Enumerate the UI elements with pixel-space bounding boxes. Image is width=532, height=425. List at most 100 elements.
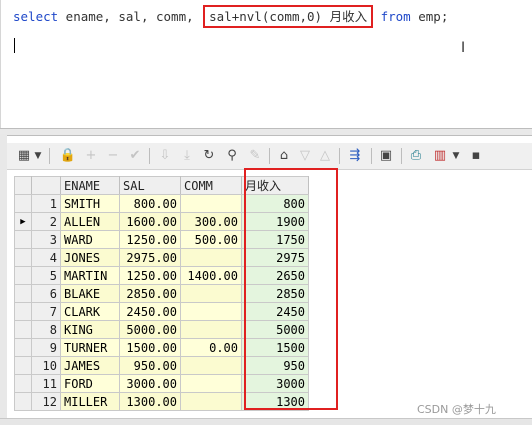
cell-ename[interactable]: CLARK	[60, 302, 120, 321]
chart-icon[interactable]: ▥	[431, 146, 449, 166]
cell-monthly-income[interactable]: 1750	[241, 230, 309, 249]
cell-ename[interactable]: ALLEN	[60, 212, 120, 231]
last-record-icon[interactable]: ⤓	[179, 146, 195, 166]
sql-statement[interactable]: select ename, sal, comm, sal+nvl(comm,0)…	[13, 5, 448, 28]
cell-ename[interactable]: MILLER	[60, 392, 120, 411]
cell-sal[interactable]: 1300.00	[119, 392, 181, 411]
table-row[interactable]: ▶ 2 ALLEN 1600.00 300.00 1900	[14, 212, 309, 231]
cell-ename[interactable]: MARTIN	[60, 266, 120, 285]
cell-comm[interactable]	[180, 320, 242, 339]
row-marker[interactable]	[14, 374, 32, 393]
cell-sal[interactable]: 2450.00	[119, 302, 181, 321]
table-row[interactable]: 5 MARTIN 1250.00 1400.00 2650	[14, 266, 309, 285]
cell-comm[interactable]: 1400.00	[180, 266, 242, 285]
cell-monthly-income[interactable]: 1300	[241, 392, 309, 411]
row-marker[interactable]	[14, 302, 32, 321]
cell-monthly-income[interactable]: 5000	[241, 320, 309, 339]
cell-comm[interactable]	[180, 356, 242, 375]
lock-icon[interactable]: 🔒	[59, 146, 77, 166]
cell-comm[interactable]	[180, 194, 242, 213]
cell-monthly-income[interactable]: 1900	[241, 212, 309, 231]
next-record-icon[interactable]: ⇩	[157, 146, 173, 166]
export-icon[interactable]: ⇶	[345, 146, 365, 166]
pane-splitter[interactable]	[0, 128, 532, 136]
row-marker[interactable]	[14, 284, 32, 303]
cell-ename[interactable]: KING	[60, 320, 120, 339]
row-marker[interactable]	[14, 248, 32, 267]
dropdown-arrow-icon[interactable]: ▼	[451, 146, 461, 166]
cell-monthly-income[interactable]: 2975	[241, 248, 309, 267]
table-row[interactable]: 4 JONES 2975.00 2975	[14, 248, 309, 267]
refresh-icon[interactable]: ↻	[201, 146, 217, 166]
side-scrollbar[interactable]	[0, 134, 7, 424]
column-header-monthly-income[interactable]: 月收入	[241, 176, 309, 195]
row-marker[interactable]	[14, 338, 32, 357]
cell-monthly-income[interactable]: 1500	[241, 338, 309, 357]
cell-comm[interactable]	[180, 374, 242, 393]
cell-sal[interactable]: 2850.00	[119, 284, 181, 303]
dropdown-arrow-icon[interactable]: ▼	[33, 146, 43, 166]
table-row[interactable]: 7 CLARK 2450.00 2450	[14, 302, 309, 321]
filter-icon[interactable]: ▽	[297, 146, 313, 166]
row-marker[interactable]	[14, 392, 32, 411]
cell-comm[interactable]: 500.00	[180, 230, 242, 249]
table-row[interactable]: 1 SMITH 800.00 800	[14, 194, 309, 213]
cell-ename[interactable]: WARD	[60, 230, 120, 249]
table-row[interactable]: 10 JAMES 950.00 950	[14, 356, 309, 375]
cell-sal[interactable]: 800.00	[119, 194, 181, 213]
query-by-example-icon[interactable]: ⌂	[275, 146, 293, 166]
cell-ename[interactable]: JONES	[60, 248, 120, 267]
row-marker[interactable]	[14, 320, 32, 339]
cell-sal[interactable]: 950.00	[119, 356, 181, 375]
delete-record-icon[interactable]: −	[105, 146, 121, 166]
row-marker[interactable]	[14, 356, 32, 375]
column-header-comm[interactable]: COMM	[180, 176, 242, 195]
cell-comm[interactable]: 300.00	[180, 212, 242, 231]
cell-ename[interactable]: JAMES	[60, 356, 120, 375]
cell-sal[interactable]: 5000.00	[119, 320, 181, 339]
add-record-icon[interactable]: +	[83, 146, 99, 166]
cell-sal[interactable]: 1600.00	[119, 212, 181, 231]
row-marker[interactable]	[14, 194, 32, 213]
cell-comm[interactable]	[180, 284, 242, 303]
cell-sal[interactable]: 1250.00	[119, 266, 181, 285]
save-icon[interactable]: ▣	[377, 146, 395, 166]
current-row-marker-icon[interactable]: ▶	[14, 212, 32, 231]
grid-view-icon[interactable]: ▦	[15, 146, 33, 166]
cell-monthly-income[interactable]: 3000	[241, 374, 309, 393]
cell-comm[interactable]: 0.00	[180, 338, 242, 357]
clear-icon[interactable]: ✎	[247, 146, 263, 166]
find-icon[interactable]: ⚲	[223, 146, 241, 166]
cell-monthly-income[interactable]: 2850	[241, 284, 309, 303]
cell-sal[interactable]: 2975.00	[119, 248, 181, 267]
cell-monthly-income[interactable]: 800	[241, 194, 309, 213]
more-icon[interactable]: ▪	[467, 146, 485, 166]
post-changes-icon[interactable]: ✔	[127, 146, 143, 166]
cell-ename[interactable]: SMITH	[60, 194, 120, 213]
table-row[interactable]: 6 BLAKE 2850.00 2850	[14, 284, 309, 303]
sql-editor[interactable]: select ename, sal, comm, sal+nvl(comm,0)…	[0, 0, 532, 128]
table-row[interactable]: 3 WARD 1250.00 500.00 1750	[14, 230, 309, 249]
cell-ename[interactable]: TURNER	[60, 338, 120, 357]
cell-monthly-income[interactable]: 2450	[241, 302, 309, 321]
column-header-ename[interactable]: ENAME	[60, 176, 120, 195]
print-icon[interactable]: ⎙	[407, 146, 425, 166]
cell-comm[interactable]	[180, 248, 242, 267]
column-header-sal[interactable]: SAL	[119, 176, 181, 195]
cell-sal[interactable]: 1500.00	[119, 338, 181, 357]
table-row[interactable]: 11 FORD 3000.00 3000	[14, 374, 309, 393]
cell-monthly-income[interactable]: 2650	[241, 266, 309, 285]
table-row[interactable]: 8 KING 5000.00 5000	[14, 320, 309, 339]
cell-sal[interactable]: 1250.00	[119, 230, 181, 249]
cell-ename[interactable]: BLAKE	[60, 284, 120, 303]
table-row[interactable]: 9 TURNER 1500.00 0.00 1500	[14, 338, 309, 357]
sort-icon[interactable]: △	[317, 146, 333, 166]
row-marker[interactable]	[14, 230, 32, 249]
row-marker[interactable]	[14, 266, 32, 285]
cell-monthly-income[interactable]: 950	[241, 356, 309, 375]
cell-comm[interactable]	[180, 392, 242, 411]
table-row[interactable]: 12 MILLER 1300.00 1300	[14, 392, 309, 411]
cell-sal[interactable]: 3000.00	[119, 374, 181, 393]
cell-comm[interactable]	[180, 302, 242, 321]
cell-ename[interactable]: FORD	[60, 374, 120, 393]
